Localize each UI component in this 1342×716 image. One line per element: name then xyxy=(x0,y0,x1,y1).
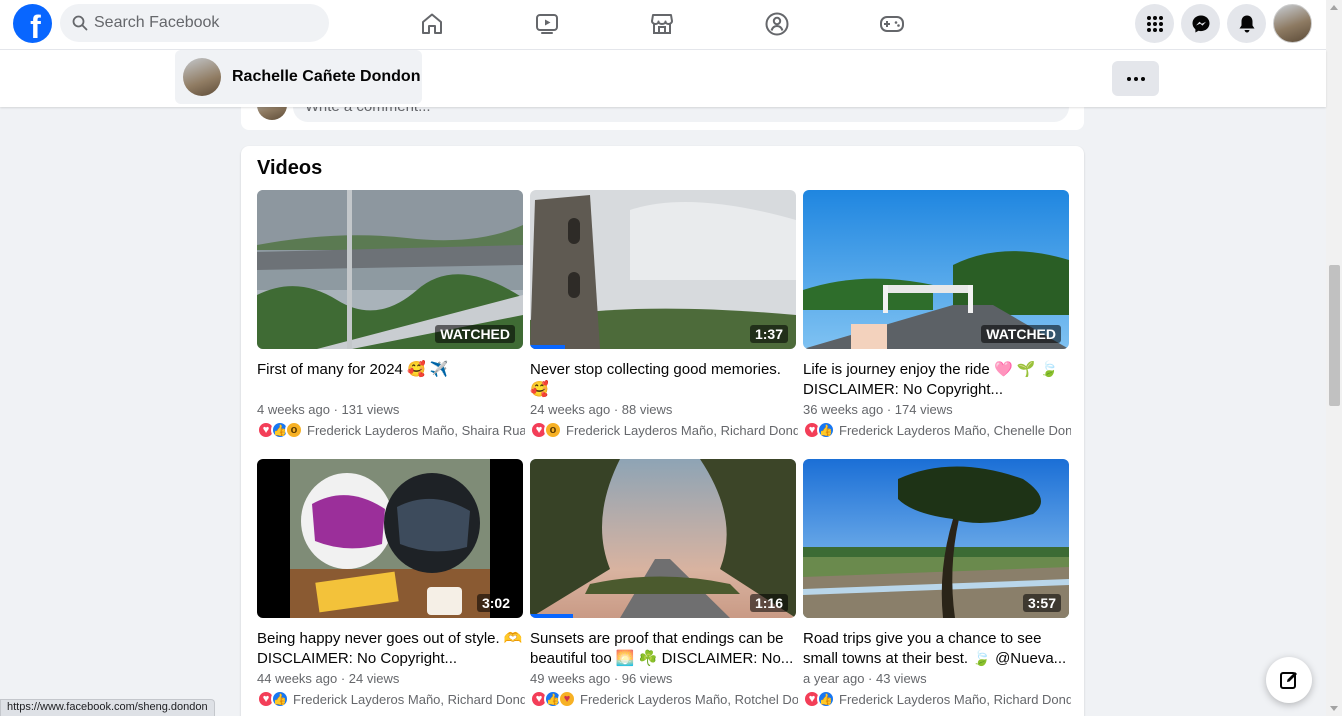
profile-name: Rachelle Cañete Dondon xyxy=(232,68,421,85)
watched-badge: WATCHED xyxy=(981,325,1061,343)
video-reactions[interactable]: ♥ o Frederick Layderos Maño, Richard Don… xyxy=(530,420,798,440)
reaction-names: Frederick Layderos Maño, Richard Dondc xyxy=(839,691,1071,707)
search-icon xyxy=(72,15,88,31)
video-thumbnail[interactable]: 1:16 xyxy=(530,459,796,618)
compose-icon xyxy=(1280,672,1297,689)
search-input[interactable] xyxy=(94,14,314,32)
video-reactions[interactable]: ♥ 👍 Frederick Layderos Maño, Richard Don… xyxy=(803,689,1071,709)
messenger-icon[interactable] xyxy=(1181,4,1220,43)
watched-badge: WATCHED xyxy=(435,325,515,343)
watch-progress-bar xyxy=(530,345,565,349)
more-options-button[interactable] xyxy=(1112,61,1159,96)
watch-icon[interactable] xyxy=(533,10,561,38)
wow-reaction-icon: o xyxy=(544,421,562,439)
more-dot-icon xyxy=(1126,76,1131,81)
like-reaction-icon: 👍 xyxy=(817,690,835,708)
video-item[interactable]: 3:57 Road trips give you a chance to see… xyxy=(803,459,1071,709)
page-scrollbar[interactable] xyxy=(1326,0,1342,716)
duration-badge: 3:57 xyxy=(1022,594,1061,612)
video-item[interactable]: 1:16 Sunsets are proof that endings can … xyxy=(530,459,798,709)
duration-badge: 1:16 xyxy=(749,594,788,612)
video-title[interactable]: First of many for 2024 🥰 ✈️ xyxy=(257,360,523,400)
video-title[interactable]: Sunsets are proof that endings can be be… xyxy=(530,629,796,669)
video-meta: a year ago · 43 views xyxy=(803,671,927,686)
facebook-logo-icon[interactable]: f xyxy=(13,4,52,43)
video-title[interactable]: Road trips give you a chance to see smal… xyxy=(803,629,1069,669)
marketplace-icon[interactable] xyxy=(648,10,676,38)
video-item[interactable]: WATCHED Life is journey enjoy the ride 🩷… xyxy=(803,190,1071,440)
reaction-names: Frederick Layderos Maño, Shaira Ruay xyxy=(307,422,525,438)
more-dot-icon xyxy=(1133,76,1138,81)
video-meta: 49 weeks ago · 96 views xyxy=(530,671,673,686)
scrollbar-thumb[interactable] xyxy=(1329,265,1340,406)
home-icon[interactable] xyxy=(418,10,446,38)
profile-chip[interactable]: Rachelle Cañete Dondon xyxy=(175,50,422,104)
menu-grid-icon[interactable] xyxy=(1135,4,1174,43)
reaction-names: Frederick Layderos Maño, Chenelle Dond xyxy=(839,422,1071,438)
wow-reaction-icon: o xyxy=(285,421,303,439)
groups-icon[interactable] xyxy=(763,10,791,38)
more-dot-icon xyxy=(1140,76,1145,81)
scroll-down-arrow-icon[interactable] xyxy=(1330,706,1338,711)
profile-sticky-header: Rachelle Cañete Dondon xyxy=(0,50,1326,107)
videos-title[interactable]: Videos xyxy=(257,157,322,180)
video-meta: 4 weeks ago · 131 views xyxy=(257,402,400,417)
video-item[interactable]: 3:02 Being happy never goes out of style… xyxy=(257,459,525,709)
watch-progress-bar xyxy=(530,614,573,618)
video-title[interactable]: Life is journey enjoy the ride 🩷 🌱 🍃 DIS… xyxy=(803,360,1069,400)
video-thumbnail[interactable]: 1:37 xyxy=(530,190,796,349)
video-meta: 24 weeks ago · 88 views xyxy=(530,402,673,417)
video-item[interactable]: 1:37 Never stop collecting good memories… xyxy=(530,190,798,440)
profile-avatar xyxy=(183,58,221,96)
notifications-icon[interactable] xyxy=(1227,4,1266,43)
top-navigation-bar: f xyxy=(0,0,1326,50)
scroll-up-arrow-icon[interactable] xyxy=(1330,5,1338,10)
video-thumbnail[interactable]: WATCHED xyxy=(257,190,523,349)
new-message-button[interactable] xyxy=(1266,657,1312,703)
video-reactions[interactable]: ♥ 👍 Frederick Layderos Maño, Richard Don… xyxy=(257,689,525,709)
video-reactions[interactable]: ♥ 👍 o Frederick Layderos Maño, Shaira Ru… xyxy=(257,420,525,440)
video-reactions[interactable]: ♥ 👍 ♥ Frederick Layderos Maño, Rotchel D… xyxy=(530,689,798,709)
video-meta: 36 weeks ago · 174 views xyxy=(803,402,953,417)
gaming-icon[interactable] xyxy=(878,10,906,38)
search-box[interactable] xyxy=(60,4,329,42)
reaction-names: Frederick Layderos Maño, Richard Dondc xyxy=(566,422,798,438)
videos-section: Videos WATCHED First of many for 2024 🥰 … xyxy=(241,146,1084,716)
account-avatar[interactable] xyxy=(1273,4,1312,43)
video-thumbnail[interactable]: WATCHED xyxy=(803,190,1069,349)
care-reaction-icon: ♥ xyxy=(558,690,576,708)
duration-badge: 3:02 xyxy=(476,594,515,612)
video-thumbnail[interactable]: 3:57 xyxy=(803,459,1069,618)
reaction-names: Frederick Layderos Maño, Richard Dondc xyxy=(293,691,525,707)
video-thumbnail[interactable]: 3:02 xyxy=(257,459,523,618)
video-meta: 44 weeks ago · 24 views xyxy=(257,671,400,686)
video-item[interactable]: WATCHED First of many for 2024 🥰 ✈️ 4 we… xyxy=(257,190,525,440)
duration-badge: 1:37 xyxy=(749,325,788,343)
link-status-bar: https://www.facebook.com/sheng.dondon xyxy=(0,699,215,716)
reaction-names: Frederick Layderos Maño, Rotchel Dor xyxy=(580,691,798,707)
like-reaction-icon: 👍 xyxy=(817,421,835,439)
video-reactions[interactable]: ♥ 👍 Frederick Layderos Maño, Chenelle Do… xyxy=(803,420,1071,440)
video-title[interactable]: Being happy never goes out of style. 🫶 D… xyxy=(257,629,523,669)
like-reaction-icon: 👍 xyxy=(271,690,289,708)
video-title[interactable]: Never stop collecting good memories. 🥰 xyxy=(530,360,796,400)
